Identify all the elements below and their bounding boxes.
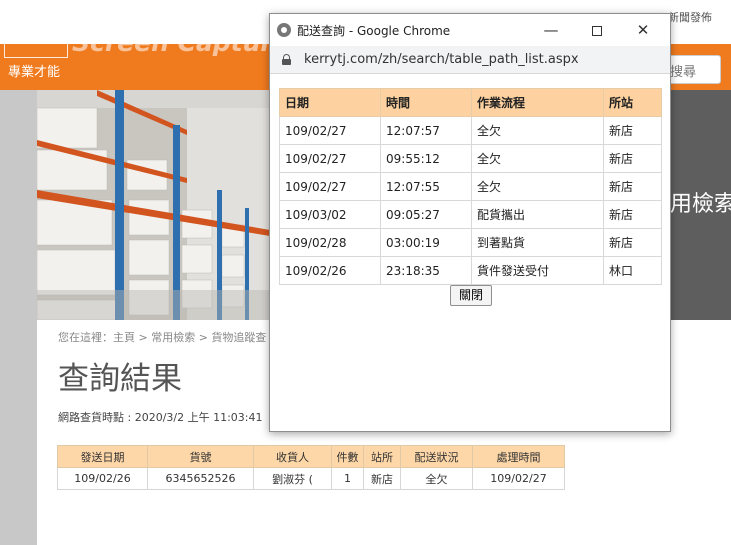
table-row: 109/02/27 12:07:57 全欠 新店 — [279, 116, 662, 145]
table-cell: 新店 — [603, 172, 662, 201]
news-release-link[interactable]: 新聞發佈 — [668, 9, 712, 25]
table-cell: 09:05:27 — [380, 200, 472, 229]
site-logo[interactable] — [4, 8, 68, 58]
table-cell: 12:07:57 — [380, 116, 472, 145]
table-row: 109/02/28 03:00:19 到著點貨 新店 — [279, 228, 662, 257]
table-cell: 到著點貨 — [471, 228, 604, 257]
table-cell: 109/03/02 — [279, 200, 381, 229]
url-text[interactable]: kerrytj.com/zh/search/table_path_list.as… — [304, 52, 579, 67]
table-cell[interactable]: 6345652526 — [147, 467, 254, 490]
minimize-button[interactable]: — — [528, 14, 574, 46]
table-cell: 23:18:35 — [380, 256, 472, 285]
column-header: 貨號 — [147, 445, 254, 468]
table-row: 109/02/27 12:07:55 全欠 新店 — [279, 172, 662, 201]
column-header: 日期 — [279, 88, 381, 117]
window-titlebar[interactable]: 配送查詢 - Google Chrome — ✕ — [270, 14, 670, 46]
hero-banner-text: 用檢索 — [670, 192, 731, 217]
table-cell: 新店 — [603, 116, 662, 145]
delivery-query-popup-window: 配送查詢 - Google Chrome — ✕ kerrytj.com/zh/… — [269, 13, 671, 432]
table-row: 109/02/27 09:55:12 全欠 新店 — [279, 144, 662, 173]
table-cell: 12:07:55 — [380, 172, 472, 201]
table-cell: 03:00:19 — [380, 228, 472, 257]
breadcrumb: 您在這裡：主頁 > 常用檢索 > 貨物追蹤查 — [58, 331, 267, 344]
table-cell: 109/02/27 — [279, 116, 381, 145]
column-header: 作業流程 — [471, 88, 604, 117]
column-header: 處理時間 — [472, 445, 565, 468]
table-cell: 林口 — [603, 256, 662, 285]
query-timestamp: 網路查貨時點 : 2020/3/2 上午 11:03:41 — [58, 411, 263, 424]
address-bar[interactable]: kerrytj.com/zh/search/table_path_list.as… — [270, 46, 670, 74]
table-cell: 全欠 — [471, 144, 604, 173]
lock-icon[interactable] — [282, 54, 291, 65]
table-cell: 109/02/26 — [57, 467, 148, 490]
column-header: 配送狀況 — [400, 445, 473, 468]
chrome-icon — [277, 23, 291, 37]
watermark-line1: Apowersoft — [72, 4, 208, 28]
table-cell: 新店 — [363, 467, 401, 490]
logo-tagline: 專業才能 — [8, 65, 61, 80]
result-table: 發送日期 貨號 收貨人 件數 站所 配送狀況 處理時間 109/02/26 63… — [57, 445, 565, 490]
column-header: 所站 — [603, 88, 662, 117]
table-cell: 109/02/26 — [279, 256, 381, 285]
site-search-input[interactable]: 搜尋 — [664, 55, 721, 84]
column-header: 件數 — [331, 445, 364, 468]
table-row: 109/02/26 23:18:35 貨件發送受付 林口 — [279, 256, 662, 285]
maximize-icon — [592, 25, 602, 36]
table-cell: 全欠 — [471, 116, 604, 145]
table-cell: 109/02/27 — [472, 467, 565, 490]
table-cell: 貨件發送受付 — [471, 256, 604, 285]
column-header: 站所 — [363, 445, 401, 468]
close-button[interactable]: 關閉 — [450, 285, 492, 306]
table-cell: 劉淑芬 ( — [253, 467, 332, 490]
table-cell: 109/02/27 — [279, 144, 381, 173]
table-cell: 09:55:12 — [380, 144, 472, 173]
table-cell: 新店 — [603, 228, 662, 257]
column-header: 發送日期 — [57, 445, 148, 468]
window-title: 配送查詢 - Google Chrome — [297, 24, 451, 38]
left-gutter — [0, 90, 37, 545]
warehouse-photo — [37, 90, 270, 320]
window-close-button[interactable]: ✕ — [620, 14, 666, 46]
path-table-header: 日期 時間 作業流程 所站 — [279, 88, 662, 117]
table-row[interactable]: 109/02/26 6345652526 劉淑芬 ( 1 新店 全欠 109/0… — [57, 467, 565, 490]
table-cell: 109/02/27 — [279, 172, 381, 201]
maximize-button[interactable] — [574, 14, 620, 46]
table-cell: 新店 — [603, 200, 662, 229]
table-row: 109/03/02 09:05:27 配貨攜出 新店 — [279, 200, 662, 229]
page-title: 查詢結果 — [58, 361, 182, 397]
result-table-header: 發送日期 貨號 收貨人 件數 站所 配送狀況 處理時間 — [57, 445, 565, 468]
column-header: 時間 — [380, 88, 472, 117]
table-cell: 109/02/28 — [279, 228, 381, 257]
table-cell: 1 — [331, 467, 364, 490]
table-cell: 配貨攜出 — [471, 200, 604, 229]
table-cell: 新店 — [603, 144, 662, 173]
table-cell: 全欠 — [400, 467, 473, 490]
column-header: 收貨人 — [253, 445, 332, 468]
table-cell: 全欠 — [471, 172, 604, 201]
delivery-path-table: 日期 時間 作業流程 所站 109/02/27 12:07:57 全欠 新店 1… — [279, 88, 662, 285]
